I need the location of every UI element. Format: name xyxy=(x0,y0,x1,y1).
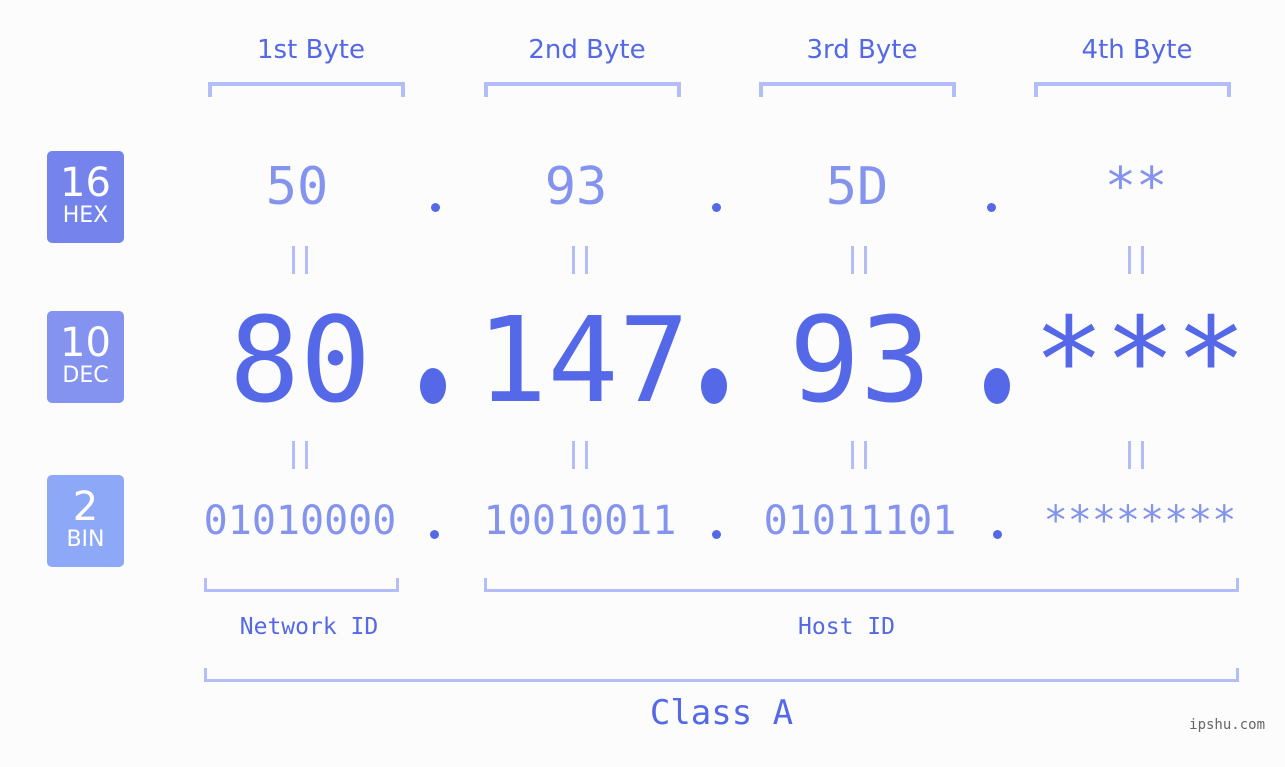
dec-byte-4: *** xyxy=(1033,291,1247,429)
bin-badge: 2 BIN xyxy=(47,475,124,567)
hex-base-number: 16 xyxy=(60,160,111,206)
equals-icon xyxy=(1128,441,1144,469)
hex-base-label: HEX xyxy=(62,203,109,228)
bin-byte-4: ******** xyxy=(1043,498,1237,544)
equals-icon xyxy=(572,246,588,274)
dec-separator-dot xyxy=(984,368,1010,404)
dec-separator-dot xyxy=(420,368,446,404)
hex-separator-dot xyxy=(431,203,440,212)
equals-icon xyxy=(851,441,867,469)
byte-header-3: 3rd Byte xyxy=(806,35,918,65)
hex-byte-1: 50 xyxy=(265,157,329,217)
class-bracket xyxy=(204,668,1239,682)
network-id-bracket xyxy=(204,578,399,592)
ip-class-label: Class A xyxy=(649,693,794,733)
watermark: ipshu.com xyxy=(1189,717,1265,733)
bin-base-label: BIN xyxy=(66,527,105,552)
dec-byte-3: 93 xyxy=(788,291,932,429)
equals-icon xyxy=(292,441,308,469)
byte-bracket-3 xyxy=(759,82,956,97)
bin-byte-1: 01010000 xyxy=(203,498,397,544)
hex-byte-4: ** xyxy=(1104,157,1168,217)
bin-byte-3: 01011101 xyxy=(763,498,957,544)
equals-icon xyxy=(292,246,308,274)
bin-base-number: 2 xyxy=(72,484,99,530)
host-id-label: Host ID xyxy=(798,614,895,640)
hex-byte-3: 5D xyxy=(825,157,889,217)
dec-base-label: DEC xyxy=(62,363,109,388)
host-id-bracket xyxy=(484,578,1239,592)
byte-bracket-1 xyxy=(208,82,405,97)
dec-badge: 10 DEC xyxy=(47,311,124,403)
equals-icon xyxy=(1128,246,1144,274)
hex-separator-dot xyxy=(712,203,721,212)
byte-header-4: 4th Byte xyxy=(1081,35,1193,65)
equals-icon xyxy=(851,246,867,274)
bin-separator-dot xyxy=(712,530,721,539)
bin-byte-2: 10010011 xyxy=(483,498,677,544)
dec-base-number: 10 xyxy=(60,320,111,366)
byte-header-1: 1st Byte xyxy=(257,35,365,65)
dec-byte-2: 147 xyxy=(476,291,690,429)
dec-byte-1: 80 xyxy=(228,291,372,429)
hex-separator-dot xyxy=(987,203,996,212)
bin-separator-dot xyxy=(993,530,1002,539)
byte-header-2: 2nd Byte xyxy=(528,35,646,65)
byte-bracket-4 xyxy=(1034,82,1231,97)
hex-badge: 16 HEX xyxy=(47,151,124,243)
byte-bracket-2 xyxy=(484,82,681,97)
bin-separator-dot xyxy=(430,530,439,539)
network-id-label: Network ID xyxy=(239,614,379,640)
equals-icon xyxy=(572,441,588,469)
dec-separator-dot xyxy=(701,368,727,404)
hex-byte-2: 93 xyxy=(544,157,608,217)
